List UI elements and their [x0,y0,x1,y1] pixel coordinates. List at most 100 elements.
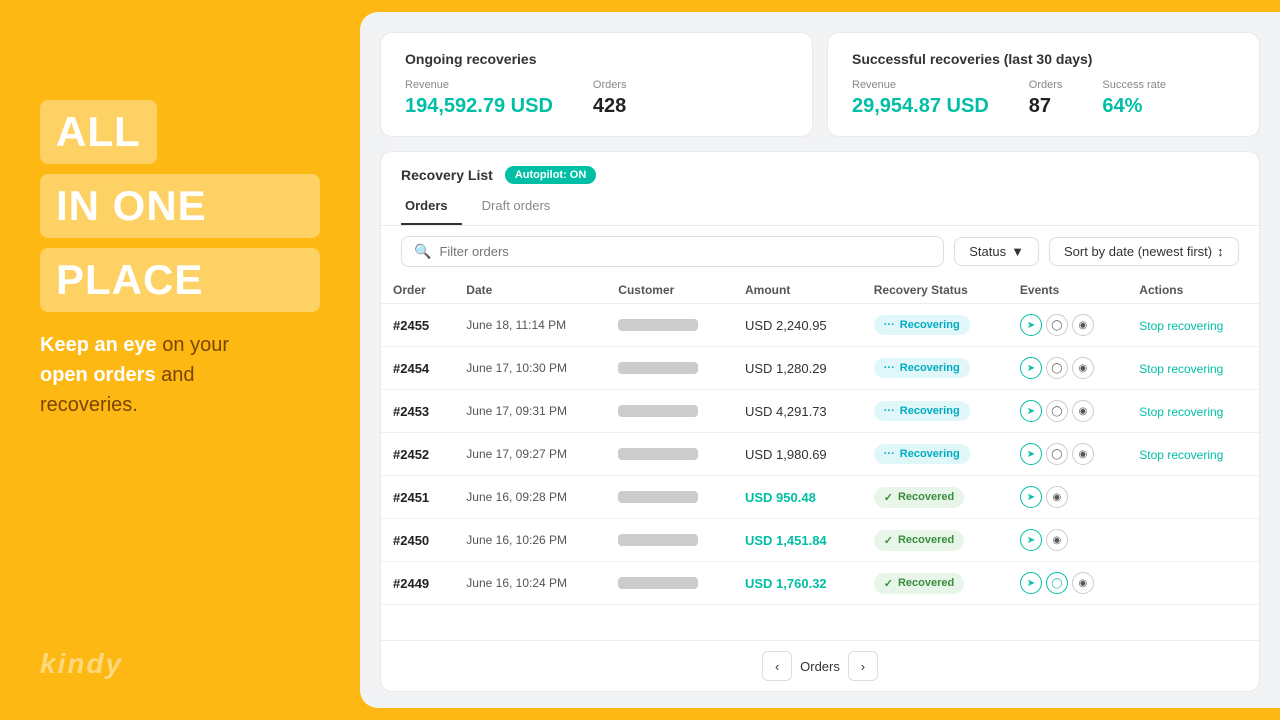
ongoing-metrics: Revenue 194,592.79 USD Orders 428 [405,79,788,118]
event-icon: ◉ [1072,357,1094,379]
stop-recovering-button[interactable]: Stop recovering [1139,319,1223,333]
actions-cell [1127,562,1259,605]
events-cell: ➤◯◉ [1008,347,1127,390]
event-icon: ◉ [1072,400,1094,422]
filter-row: 🔍 Status ▼ Sort by date (newest first) ↕ [381,226,1259,277]
table-header-row: Order Date Customer Amount Recovery Stat… [381,277,1259,304]
order-number: #2453 [381,390,454,433]
stop-recovering-button[interactable]: Stop recovering [1139,405,1223,419]
headline-line1: ALL [40,100,157,164]
status-badge: ··· Recovering [874,401,970,421]
table-row: #2455June 18, 11:14 PMUSD 2,240.95··· Re… [381,304,1259,347]
recovering-icon: ··· [884,405,895,417]
ongoing-revenue-value: 194,592.79 USD [405,95,553,118]
order-number: #2455 [381,304,454,347]
actions-cell[interactable]: Stop recovering [1127,433,1259,476]
amount-cell: USD 1,980.69 [733,433,862,476]
status-filter-label: Status [969,244,1006,259]
status-badge: ✓ Recovered [874,530,964,551]
search-icon: 🔍 [414,243,431,260]
col-events: Events [1008,277,1127,304]
prev-page-button[interactable]: ‹ [762,651,792,681]
stop-recovering-button[interactable]: Stop recovering [1139,362,1223,376]
status-badge: ··· Recovering [874,315,970,335]
stop-recovering-button[interactable]: Stop recovering [1139,448,1223,462]
status-badge: ✓ Recovered [874,573,964,594]
event-icon: ◯ [1046,314,1068,336]
customer-cell [606,519,733,562]
customer-cell [606,433,733,476]
table-row: #2451June 16, 09:28 PMUSD 950.48✓ Recove… [381,476,1259,519]
customer-cell [606,347,733,390]
event-icon: ➤ [1020,400,1042,422]
actions-cell[interactable]: Stop recovering [1127,304,1259,347]
amount-cell: USD 1,451.84 [733,519,862,562]
table-row: #2452June 17, 09:27 PM USD 1,980.69··· Re… [381,433,1259,476]
order-date: June 16, 10:26 PM [454,519,606,562]
next-page-button[interactable]: › [848,651,878,681]
recovered-icon: ✓ [884,491,893,504]
col-actions: Actions [1127,277,1259,304]
event-icon: ➤ [1020,357,1042,379]
right-panel: Ongoing recoveries Revenue 194,592.79 US… [360,12,1280,708]
event-icon: ◉ [1072,314,1094,336]
sort-chevron-icon: ↕ [1217,244,1224,259]
search-box: 🔍 [401,236,944,267]
ongoing-recoveries-card: Ongoing recoveries Revenue 194,592.79 US… [380,32,813,137]
successful-metrics: Revenue 29,954.87 USD Orders 87 Success … [852,79,1235,118]
orders-table: Order Date Customer Amount Recovery Stat… [381,277,1259,605]
customer-cell [606,390,733,433]
status-badge: ··· Recovering [874,358,970,378]
table-row: #2454June 17, 10:30 PMUSD 1,280.29··· Re… [381,347,1259,390]
event-icon: ➤ [1020,443,1042,465]
actions-cell [1127,476,1259,519]
events-cell: ➤◯◉ [1008,304,1127,347]
order-number: #2451 [381,476,454,519]
order-date: June 17, 09:27 PM [454,433,606,476]
amount-cell: USD 4,291.73 [733,390,862,433]
table-row: #2450June 16, 10:26 PMUSD 1,451.84✓ Reco… [381,519,1259,562]
subtitle: Keep an eye on your open orders and reco… [40,330,320,420]
recovery-status-cell: ✓ Recovered [862,519,1008,562]
order-date: June 16, 10:24 PM [454,562,606,605]
logo: kindy [40,648,123,680]
amount-cell: USD 950.48 [733,476,862,519]
chevron-down-icon: ▼ [1011,244,1024,259]
order-number: #2452 [381,433,454,476]
search-input[interactable] [439,244,931,259]
sort-button[interactable]: Sort by date (newest first) ↕ [1049,237,1239,266]
event-icon: ➤ [1020,486,1042,508]
success-rate: Success rate 64% [1102,79,1166,118]
recovery-status-cell: ··· Recovering [862,433,1008,476]
orders-table-wrap: Order Date Customer Amount Recovery Stat… [381,277,1259,640]
event-icon: ◯ [1046,357,1068,379]
recovering-icon: ··· [884,319,895,331]
amount-cell: USD 1,280.29 [733,347,862,390]
customer-cell [606,562,733,605]
amount-cell: USD 1,760.32 [733,562,862,605]
order-number: #2449 [381,562,454,605]
tab-draft-orders[interactable]: Draft orders [478,192,565,225]
success-rate-value: 64% [1102,95,1166,118]
actions-cell[interactable]: Stop recovering [1127,347,1259,390]
table-row: #2453June 17, 09:31 PMUSD 4,291.73··· Re… [381,390,1259,433]
subtitle-strong2: open orders [40,364,156,386]
event-icon: ◯ [1046,443,1068,465]
successful-title: Successful recoveries (last 30 days) [852,51,1235,67]
status-filter-button[interactable]: Status ▼ [954,237,1039,266]
successful-revenue-value: 29,954.87 USD [852,95,989,118]
events-cell: ➤◯◉ [1008,390,1127,433]
successful-revenue: Revenue 29,954.87 USD [852,79,989,118]
event-icon: ◉ [1072,572,1094,594]
events-cell: ➤◯◉ [1008,562,1127,605]
events-cell: ➤◉ [1008,476,1127,519]
ongoing-orders-value: 428 [593,95,627,118]
customer-cell [606,476,733,519]
recovery-status-cell: ✓ Recovered [862,562,1008,605]
tab-orders[interactable]: Orders [401,192,462,225]
order-date: June 17, 10:30 PM [454,347,606,390]
amount-cell: USD 2,240.95 [733,304,862,347]
actions-cell[interactable]: Stop recovering [1127,390,1259,433]
recovery-list-section: Recovery List Autopilot: ON Orders Draft… [380,151,1260,692]
successful-orders: Orders 87 [1029,79,1063,118]
